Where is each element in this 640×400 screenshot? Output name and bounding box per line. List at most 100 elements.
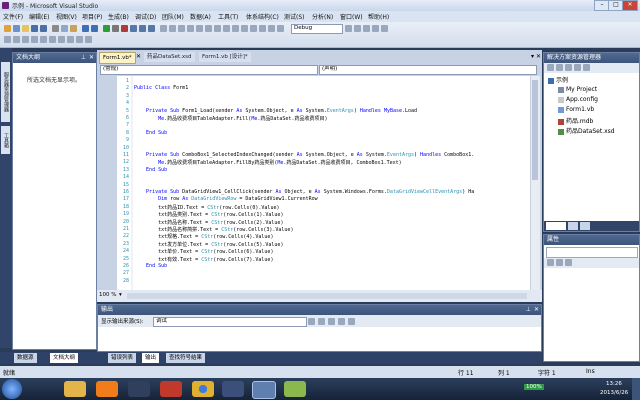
menu-analyze[interactable]: 分析(N) xyxy=(312,12,333,21)
tab-document-outline[interactable]: 文档大纲 xyxy=(50,353,79,363)
menu-window[interactable]: 窗口(W) xyxy=(340,12,363,21)
pin-icon[interactable]: ⊥ xyxy=(526,305,531,315)
cut-icon[interactable] xyxy=(52,25,59,32)
toolbar-icon[interactable] xyxy=(187,25,194,32)
save-all-icon[interactable] xyxy=(40,25,47,32)
tab-dataset-xsd[interactable]: 药品DataSet.xsd xyxy=(144,52,195,62)
toolbar-icon[interactable] xyxy=(241,25,248,32)
toolbar-icon[interactable] xyxy=(381,25,388,32)
app-icon[interactable] xyxy=(284,381,306,397)
toolbar-icon[interactable] xyxy=(13,36,20,43)
toolbar-icon[interactable] xyxy=(178,25,185,32)
start-button-icon[interactable] xyxy=(2,379,22,399)
app-icon[interactable] xyxy=(160,381,182,397)
tab-find-symbol-results[interactable]: 查找符号结果 xyxy=(166,353,206,363)
zoom-dropdown-icon[interactable]: ▾ xyxy=(119,292,122,298)
tab-close-icon[interactable]: ✕ xyxy=(136,53,141,60)
toolbar-icon[interactable] xyxy=(205,25,212,32)
toolbar-icon[interactable] xyxy=(4,36,11,43)
menu-team[interactable]: 团队(M) xyxy=(162,12,184,21)
view-code-icon[interactable] xyxy=(574,64,581,71)
redo-icon[interactable] xyxy=(91,25,98,32)
step-over-icon[interactable] xyxy=(139,25,146,32)
toolbar-icon[interactable] xyxy=(58,36,65,43)
toolbar-icon[interactable] xyxy=(250,25,257,32)
toolbar-icon[interactable] xyxy=(85,36,92,43)
stop-icon[interactable] xyxy=(121,25,128,32)
show-desktop-button[interactable] xyxy=(632,378,640,400)
class-name-select[interactable]: (常规) xyxy=(100,65,318,75)
toolbar-icon[interactable] xyxy=(372,25,379,32)
solution-tab-icon[interactable] xyxy=(546,222,566,230)
undo-icon[interactable] xyxy=(82,25,89,32)
output-toolbar-icon[interactable] xyxy=(328,318,335,325)
tab-form1-design[interactable]: Form1.vb [设计]* xyxy=(199,52,251,62)
output-source-select[interactable]: 调试 xyxy=(153,317,307,327)
toolbar-icon[interactable] xyxy=(232,25,239,32)
new-project-icon[interactable] xyxy=(4,25,11,32)
tree-item-project[interactable]: 示例 xyxy=(548,75,568,84)
media-player-app-icon[interactable] xyxy=(96,381,118,397)
app-icon[interactable] xyxy=(128,381,150,397)
start-debug-icon[interactable] xyxy=(103,25,110,32)
properties-icon[interactable] xyxy=(547,64,554,71)
tab-data-sources[interactable]: 数据源 xyxy=(14,353,37,363)
toolbar-icon[interactable] xyxy=(268,25,275,32)
output-toolbar-icon[interactable] xyxy=(338,318,345,325)
properties-object-select[interactable] xyxy=(546,247,638,258)
tree-item-dataset[interactable]: 药品DataSet.xsd xyxy=(558,126,615,135)
pin-icon[interactable]: ⊥ xyxy=(81,53,86,63)
tree-item-app-config[interactable]: App.config xyxy=(558,96,598,103)
tab-form1-vb[interactable]: Form1.vb* xyxy=(99,52,136,64)
close-icon[interactable]: ✕ xyxy=(534,305,539,315)
app-icon[interactable] xyxy=(222,381,244,397)
tab-error-list[interactable]: 错误列表 xyxy=(108,353,137,363)
close-icon[interactable]: ✕ xyxy=(89,53,94,63)
toolbar-icon[interactable] xyxy=(67,36,74,43)
close-button[interactable]: ✕ xyxy=(622,0,638,11)
menu-view[interactable]: 视图(V) xyxy=(56,12,77,21)
paste-icon[interactable] xyxy=(70,25,77,32)
toolbar-icon[interactable] xyxy=(363,25,370,32)
server-explorer-tab[interactable]: 服务器资源管理器 xyxy=(1,62,10,122)
open-file-icon[interactable] xyxy=(22,25,29,32)
output-toolbar-icon[interactable] xyxy=(318,318,325,325)
menu-project[interactable]: 项目(P) xyxy=(82,12,102,21)
toolbar-icon[interactable] xyxy=(31,36,38,43)
editor-scroll-thumb[interactable] xyxy=(532,80,538,180)
visual-studio-app-icon[interactable] xyxy=(252,381,276,399)
toolbar-icon[interactable] xyxy=(354,25,361,32)
tree-item-form1[interactable]: Form1.vb xyxy=(558,106,594,113)
menu-file[interactable]: 文件(F) xyxy=(3,12,23,21)
menu-test[interactable]: 测试(S) xyxy=(284,12,305,21)
step-out-icon[interactable] xyxy=(148,25,155,32)
toolbar-icon[interactable] xyxy=(196,25,203,32)
save-icon[interactable] xyxy=(31,25,38,32)
refresh-icon[interactable] xyxy=(565,64,572,71)
copy-icon[interactable] xyxy=(61,25,68,32)
menu-edit[interactable]: 编辑(E) xyxy=(29,12,49,21)
view-designer-icon[interactable] xyxy=(583,64,590,71)
toolbar-icon[interactable] xyxy=(259,25,266,32)
tab-output[interactable]: 输出 xyxy=(142,353,160,363)
menu-build[interactable]: 生成(B) xyxy=(108,12,129,21)
tray-clock-date[interactable]: 2013/6/26 xyxy=(600,390,628,396)
explorer-app-icon[interactable] xyxy=(64,381,86,397)
editor-horizontal-scrollbar[interactable] xyxy=(127,293,527,299)
chrome-app-icon[interactable] xyxy=(192,381,214,397)
output-toolbar-icon[interactable] xyxy=(348,318,355,325)
method-name-select[interactable]: (声明) xyxy=(319,65,537,75)
tray-zoom-indicator[interactable]: 100% xyxy=(524,384,544,390)
alphabetical-icon[interactable] xyxy=(556,259,563,266)
pause-icon[interactable] xyxy=(112,25,119,32)
show-all-files-icon[interactable] xyxy=(556,64,563,71)
property-pages-icon[interactable] xyxy=(565,259,572,266)
toolbar-icon[interactable] xyxy=(76,36,83,43)
toolbar-icon[interactable] xyxy=(214,25,221,32)
menu-architecture[interactable]: 体系结构(C) xyxy=(246,12,279,21)
add-item-icon[interactable] xyxy=(13,25,20,32)
toolbar-icon[interactable] xyxy=(277,25,284,32)
class-view-tab-icon[interactable] xyxy=(580,222,590,230)
step-into-icon[interactable] xyxy=(130,25,137,32)
tray-clock-time[interactable]: 13:26 xyxy=(606,381,622,387)
